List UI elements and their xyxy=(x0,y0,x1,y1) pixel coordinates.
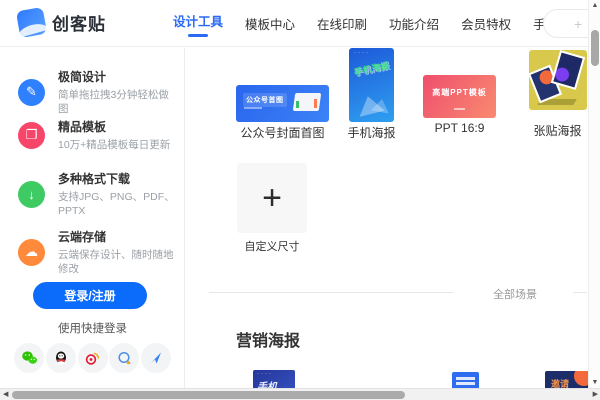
scene-card-ppt[interactable]: 高端PPT模板 xyxy=(423,75,496,118)
scroll-left-arrow-icon[interactable]: ◀ xyxy=(3,390,8,398)
scroll-right-arrow-icon[interactable]: ▶ xyxy=(593,390,598,398)
poster-thumbnail[interactable]: ···· 手机 xyxy=(253,370,295,388)
feature-title: 精品模板 xyxy=(58,120,107,134)
quick-login-label: 使用快捷登录 xyxy=(58,323,127,335)
custom-size-card[interactable]: + xyxy=(237,163,307,233)
weibo-icon[interactable] xyxy=(77,343,108,373)
sidebar: ✎ 极简设计 简单拖拉拽3分钟轻松做图 ❐ 精品模板 10万+精品模板每日更新 … xyxy=(0,48,185,388)
logo-icon xyxy=(15,6,48,39)
feature-title: 极简设计 xyxy=(58,70,107,84)
scroll-down-arrow-icon[interactable]: ▼ xyxy=(589,379,600,386)
divider xyxy=(209,292,454,293)
social-login-row xyxy=(0,343,185,373)
feature-desc: 支持JPG、PNG、PDF、PPTX xyxy=(58,191,175,217)
card-art-text: 高端PPT模板 xyxy=(432,88,487,97)
horizontal-scroll-thumb[interactable] xyxy=(12,391,405,399)
template-icon: ❐ xyxy=(18,121,45,149)
all-scenes-link[interactable]: 全部场景 xyxy=(485,286,545,302)
scene-card-print-poster[interactable] xyxy=(529,50,587,110)
plus-icon: + xyxy=(574,15,583,32)
vertical-scrollbar[interactable]: ▲ ▼ xyxy=(588,0,600,388)
nav-item-online-print[interactable]: 在线印刷 xyxy=(311,10,373,37)
qq-icon[interactable] xyxy=(45,343,76,373)
poster-thumbnail[interactable] xyxy=(452,372,479,388)
scene-card-wechat-cover[interactable]: 公众号首图 xyxy=(236,85,329,122)
pencil-icon: ✎ xyxy=(18,78,45,106)
logo-text: 创客贴 xyxy=(52,15,106,34)
header: 创客贴 设计工具 模板中心 在线印刷 功能介绍 会员特权 手机端 ··· + xyxy=(0,0,600,47)
login-register-button[interactable]: 登录/注册 xyxy=(33,282,147,309)
feature-simple-design: ✎ 极简设计 简单拖拉拽3分钟轻松做图 xyxy=(18,68,176,116)
download-icon: ↓ xyxy=(18,180,45,208)
cloud-icon: ☁ xyxy=(18,238,45,266)
main-content: 公众号首图 公众号封面首图 ···· 手机海报 手机海报 高端PPT模板 PPT… xyxy=(185,48,588,388)
card-art-text: 公众号首图 xyxy=(243,93,287,107)
feature-title: 云端存储 xyxy=(58,230,107,244)
feature-premium-templates: ❐ 精品模板 10万+精品模板每日更新 xyxy=(18,118,176,152)
scene-label-mobile-poster[interactable]: 手机海报 xyxy=(324,124,419,141)
main-nav: 设计工具 模板中心 在线印刷 功能介绍 会员特权 手机端 ··· xyxy=(167,0,600,47)
scene-label-print-poster[interactable]: 张贴海报 xyxy=(515,122,588,139)
divider xyxy=(573,292,587,293)
feature-desc: 10万+精品模板每日更新 xyxy=(58,139,171,151)
section-title-marketing-posters: 营销海报 xyxy=(236,333,301,350)
feature-cloud-storage: ☁ 云端存储 云端保存设计、随时随地修改 xyxy=(18,228,176,276)
scene-label-ppt[interactable]: PPT 16:9 xyxy=(423,121,496,135)
feature-desc: 简单拖拉拽3分钟轻松做图 xyxy=(58,89,169,115)
feature-multi-format-download: ↓ 多种格式下载 支持JPG、PNG、PDF、PPTX xyxy=(18,170,176,218)
custom-size-label[interactable]: 自定义尺寸 xyxy=(227,238,317,254)
poster-thumbnail[interactable]: 邀请 xyxy=(545,371,588,388)
messenger-icon[interactable] xyxy=(109,343,140,373)
feature-desc: 云端保存设计、随时随地修改 xyxy=(58,249,174,275)
nav-item-features[interactable]: 功能介绍 xyxy=(383,10,445,37)
logo[interactable]: 创客贴 xyxy=(15,6,106,39)
plus-icon: + xyxy=(262,179,282,217)
poster-art-text: 手机 xyxy=(257,382,277,388)
wechat-icon[interactable] xyxy=(14,343,44,373)
horizontal-scrollbar[interactable]: ◀ ▶ xyxy=(0,388,600,400)
nav-item-design-tool[interactable]: 设计工具 xyxy=(167,7,229,41)
vertical-scroll-thumb[interactable] xyxy=(591,30,599,66)
poster-art-text: 邀请 xyxy=(551,379,570,388)
nav-item-vip[interactable]: 会员特权 xyxy=(455,10,517,37)
plane-icon[interactable] xyxy=(141,343,171,373)
feature-title: 多种格式下载 xyxy=(58,172,131,186)
card-art-text: 手机海报 xyxy=(352,60,391,78)
scroll-up-arrow-icon[interactable]: ▲ xyxy=(589,2,600,9)
scene-card-mobile-poster[interactable]: ···· 手机海报 xyxy=(349,48,394,122)
nav-item-template-center[interactable]: 模板中心 xyxy=(239,10,301,37)
